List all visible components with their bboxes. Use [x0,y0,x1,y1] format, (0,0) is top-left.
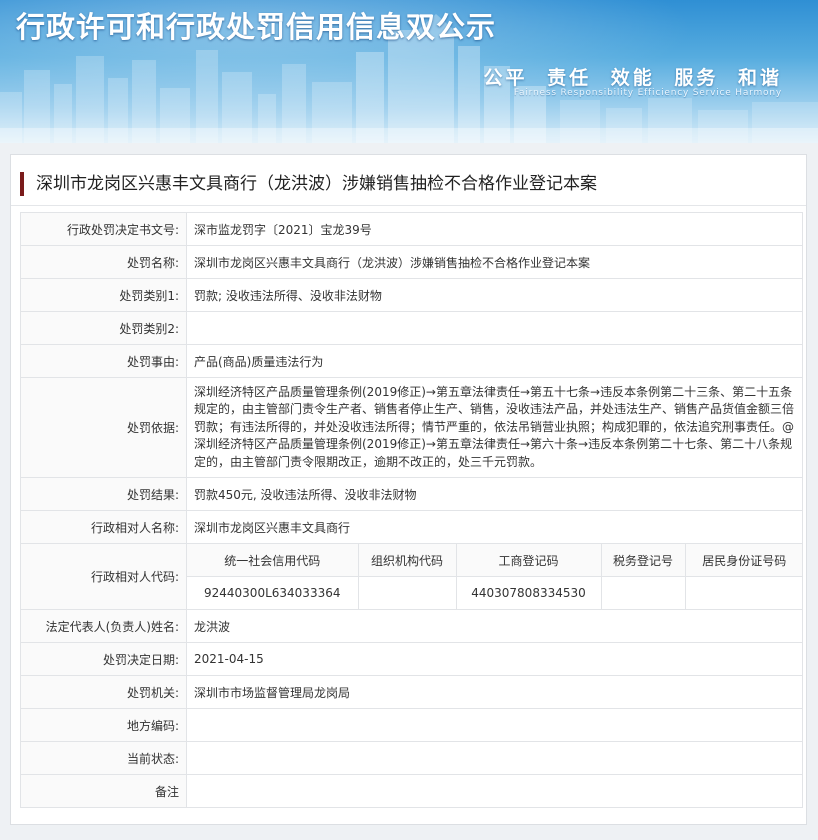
code-value-row: 92440300L634033364 440307808334530 [187,576,803,609]
region-code-label: 地方编码: [20,708,187,742]
site-title: 行政许可和行政处罚信用信息双公示 [16,10,497,44]
code-header-row: 统一社会信用代码 组织机构代码 工商登记码 税务登记号 居民身份证号码 [187,544,803,577]
row-remark: 备注 [20,774,803,808]
category1-value: 罚款; 没收违法所得、没收非法财物 [186,278,803,312]
row-category2: 处罚类别2: [20,311,803,345]
category2-value [186,311,803,345]
header-banner: 行政许可和行政处罚信用信息双公示 公平 责任 效能 服务 和谐 Fairness… [0,0,818,143]
remark-label: 备注 [20,774,187,808]
authority-value: 深圳市市场监督管理局龙岗局 [186,675,803,709]
decision-no-label: 行政处罚决定书文号: [20,212,187,246]
basis-value: 深圳经济特区产品质量管理条例(2019修正)→第五章法律责任→第五十七条→违反本… [186,377,803,478]
row-penalty-name: 处罚名称: 深圳市龙岗区兴惠丰文具商行（龙洪波）涉嫌销售抽检不合格作业登记本案 [20,245,803,279]
result-label: 处罚结果: [20,477,187,511]
legal-rep-value: 龙洪波 [186,609,803,643]
reason-label: 处罚事由: [20,344,187,378]
row-authority: 处罚机关: 深圳市市场监督管理局龙岗局 [20,675,803,709]
code-value-tax [600,576,686,609]
code-header-business: 工商登记码 [455,544,602,577]
penalty-name-value: 深圳市龙岗区兴惠丰文具商行（龙洪波）涉嫌销售抽检不合格作业登记本案 [186,245,803,279]
row-result: 处罚结果: 罚款450元, 没收违法所得、没收非法财物 [20,477,803,511]
code-value-org [357,576,457,609]
authority-label: 处罚机关: [20,675,187,709]
row-decision-date: 处罚决定日期: 2021-04-15 [20,642,803,676]
legal-rep-label: 法定代表人(负责人)姓名: [20,609,187,643]
decision-date-label: 处罚决定日期: [20,642,187,676]
category1-label: 处罚类别1: [20,278,187,312]
status-label: 当前状态: [20,741,187,775]
basis-label: 处罚依据: [20,377,187,478]
status-value [186,741,803,775]
code-value-id [684,576,803,609]
party-name-value: 深圳市龙岗区兴惠丰文具商行 [186,510,803,544]
party-code-label: 行政相对人代码: [20,543,187,610]
row-decision-no: 行政处罚决定书文号: 深市监龙罚字〔2021〕宝龙39号 [20,212,803,246]
code-header-credit: 统一社会信用代码 [187,544,359,577]
reason-value: 产品(商品)质量违法行为 [186,344,803,378]
slogan: 公平 责任 效能 服务 和谐 [483,67,782,89]
decision-date-value: 2021-04-15 [186,642,803,676]
code-header-id: 居民身份证号码 [684,544,803,577]
code-header-org: 组织机构代码 [357,544,457,577]
decision-no-value: 深市监龙罚字〔2021〕宝龙39号 [186,212,803,246]
row-legal-rep: 法定代表人(负责人)姓名: 龙洪波 [20,609,803,643]
row-basis: 处罚依据: 深圳经济特区产品质量管理条例(2019修正)→第五章法律责任→第五十… [20,377,803,478]
penalty-name-label: 处罚名称: [20,245,187,279]
region-code-value [186,708,803,742]
row-category1: 处罚类别1: 罚款; 没收违法所得、没收非法财物 [20,278,803,312]
row-status: 当前状态: [20,741,803,775]
case-title: 深圳市龙岗区兴惠丰文具商行（龙洪波）涉嫌销售抽检不合格作业登记本案 [20,172,597,196]
record-table: 行政处罚决定书文号: 深市监龙罚字〔2021〕宝龙39号 处罚名称: 深圳市龙岗… [20,212,803,808]
code-value-business: 440307808334530 [455,576,602,609]
code-table: 统一社会信用代码 组织机构代码 工商登记码 税务登记号 居民身份证号码 9244… [187,544,803,609]
party-code-cell: 统一社会信用代码 组织机构代码 工商登记码 税务登记号 居民身份证号码 9244… [186,543,803,610]
category2-label: 处罚类别2: [20,311,187,345]
row-reason: 处罚事由: 产品(商品)质量违法行为 [20,344,803,378]
row-party-code: 行政相对人代码: 统一社会信用代码 组织机构代码 工商登记码 税务登记号 居民身… [20,543,803,610]
title-divider [11,205,806,206]
remark-value [186,774,803,808]
party-name-label: 行政相对人名称: [20,510,187,544]
record-panel: 深圳市龙岗区兴惠丰文具商行（龙洪波）涉嫌销售抽检不合格作业登记本案 行政处罚决定… [10,154,807,825]
row-region-code: 地方编码: [20,708,803,742]
result-value: 罚款450元, 没收违法所得、没收非法财物 [186,477,803,511]
slogan-english: Fairness Responsibility Efficiency Servi… [513,88,782,98]
row-party-name: 行政相对人名称: 深圳市龙岗区兴惠丰文具商行 [20,510,803,544]
code-header-tax: 税务登记号 [600,544,686,577]
code-value-credit: 92440300L634033364 [187,576,359,609]
